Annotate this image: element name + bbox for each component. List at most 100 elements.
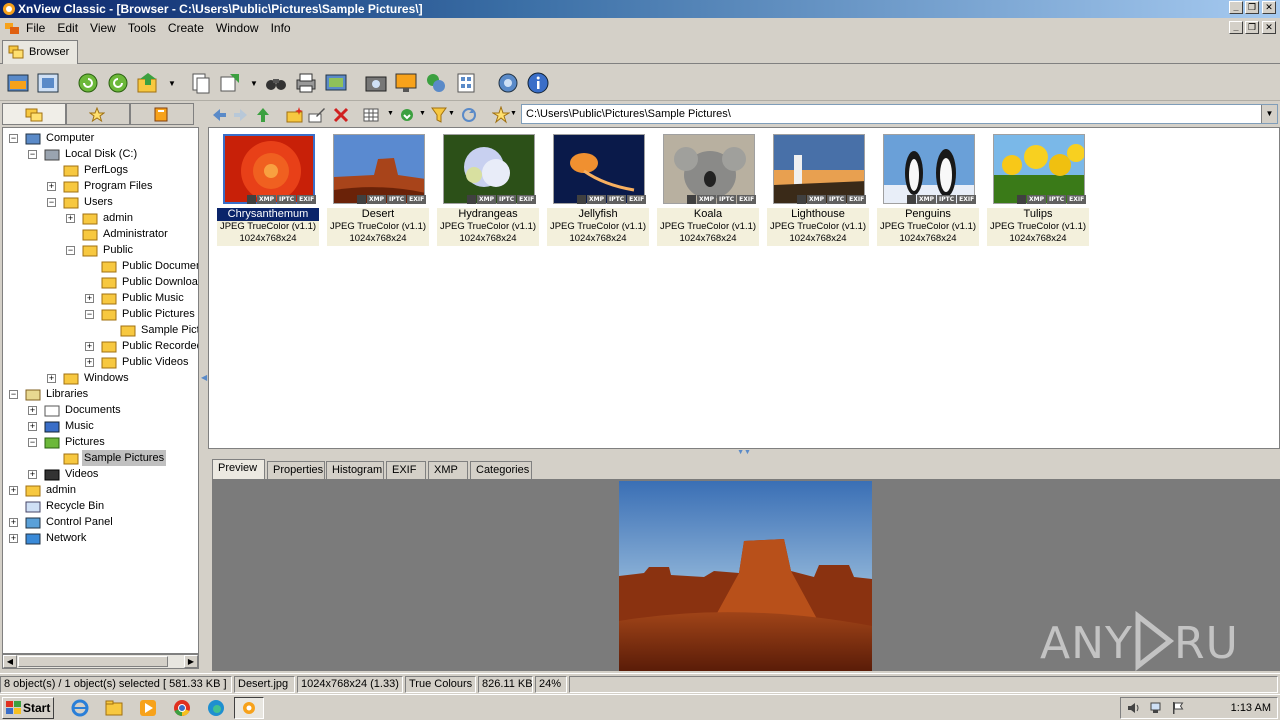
tab-histogram[interactable]: Histogram — [326, 461, 384, 479]
mdi-child-icon[interactable] — [4, 21, 20, 35]
thumbnail-item[interactable]: XMP IPTC EXIF Lighthouse JPEG TrueColor (v1.… — [767, 134, 869, 246]
thumbnail-item[interactable]: XMP IPTC EXIF Penguins JPEG TrueColor (v1.1)… — [877, 134, 979, 246]
new-folder-icon[interactable] — [286, 106, 304, 124]
menu-info[interactable]: Info — [265, 18, 297, 38]
tree-node[interactable]: + Public Recorded — [3, 338, 198, 354]
sort-dropdown-arrow[interactable]: ▼ — [419, 110, 426, 117]
child-restore-button[interactable]: ❐ — [1245, 21, 1259, 34]
forward-arrow-icon[interactable] — [232, 106, 250, 124]
tree-node[interactable]: + admin — [3, 482, 198, 498]
thumbnail-item[interactable]: XMP IPTC EXIF Koala JPEG TrueColor (v1.1) 102… — [657, 134, 759, 246]
collapse-icon[interactable]: − — [85, 310, 94, 319]
tree-node[interactable]: − Local Disk (C:) — [3, 146, 198, 162]
menu-tools[interactable]: Tools — [122, 18, 162, 38]
collapse-icon[interactable]: − — [47, 198, 56, 207]
file-explorer-icon[interactable] — [104, 698, 124, 718]
tree-node[interactable]: + Windows — [3, 370, 198, 386]
chrome-icon[interactable] — [172, 698, 192, 718]
tree-node[interactable]: − Computer — [3, 130, 198, 146]
thumbnail-item[interactable]: XMP IPTC EXIF Jellyfish JPEG TrueColor (v1.1… — [547, 134, 649, 246]
tab-categories[interactable]: Categories — [470, 461, 532, 479]
copy-icon[interactable] — [188, 71, 212, 95]
start-button[interactable]: Start — [2, 697, 54, 719]
tab-preview[interactable]: Preview — [212, 459, 265, 479]
tree-node[interactable]: − Users — [3, 194, 198, 210]
internet-explorer-icon[interactable] — [70, 698, 90, 718]
open-browser-icon[interactable] — [6, 71, 30, 95]
expand-icon[interactable]: + — [28, 422, 37, 431]
xnview-taskbar-button[interactable] — [234, 697, 264, 719]
info-icon[interactable] — [526, 71, 550, 95]
tab-categories[interactable] — [130, 103, 194, 125]
folder-tree[interactable]: − Computer − Local Disk (C:) PerfLogs + Progra… — [2, 127, 199, 654]
scroll-right-arrow[interactable]: ▶ — [184, 655, 198, 668]
minimize-button[interactable]: _ — [1229, 1, 1243, 14]
export-icon[interactable] — [218, 71, 242, 95]
move-dropdown-arrow[interactable]: ▼ — [168, 79, 176, 88]
rotate-icon[interactable] — [106, 71, 130, 95]
tab-xmp[interactable]: XMP — [428, 461, 468, 479]
child-minimize-button[interactable]: _ — [1229, 21, 1243, 34]
expand-icon[interactable]: + — [85, 358, 94, 367]
convert-icon[interactable] — [424, 71, 448, 95]
delete-icon[interactable] — [332, 106, 350, 124]
collapse-icon[interactable]: − — [9, 134, 18, 143]
tree-node[interactable]: + Program Files — [3, 178, 198, 194]
thumbnail-item[interactable]: XMP IPTC EXIF Tulips JPEG TrueColor (v1.1) 10… — [987, 134, 1089, 246]
back-arrow-icon[interactable] — [210, 106, 228, 124]
tab-folders[interactable] — [2, 103, 66, 125]
tree-node[interactable]: − Public — [3, 242, 198, 258]
rename-icon[interactable] — [308, 106, 326, 124]
thumbnail-item[interactable]: XMP IPTC EXIF Hydrangeas JPEG TrueColor (v1.… — [437, 134, 539, 246]
sync-icon[interactable] — [460, 106, 478, 124]
vertical-splitter[interactable]: ◀ — [200, 101, 208, 671]
favorites-star-icon[interactable] — [492, 106, 510, 124]
tab-favorites[interactable] — [66, 103, 130, 125]
tree-node[interactable]: Recycle Bin — [3, 498, 198, 514]
expand-icon[interactable]: + — [9, 486, 18, 495]
collapse-icon[interactable]: − — [28, 150, 37, 159]
tree-node[interactable]: + Public Music — [3, 290, 198, 306]
view-dropdown-arrow[interactable]: ▼ — [387, 110, 394, 117]
tree-node[interactable]: − Public Pictures — [3, 306, 198, 322]
address-bar[interactable]: C:\Users\Public\Pictures\Sample Pictures… — [521, 104, 1278, 124]
collapse-down-icon[interactable]: ▼▼ — [728, 449, 760, 457]
menu-edit[interactable]: Edit — [51, 18, 84, 38]
settings-icon[interactable] — [496, 71, 520, 95]
media-player-icon[interactable] — [138, 698, 158, 718]
volume-icon[interactable] — [1127, 701, 1141, 715]
filter-dropdown-arrow[interactable]: ▼ — [448, 110, 455, 117]
fullscreen-icon[interactable] — [36, 71, 60, 95]
tab-exif[interactable]: EXIF — [386, 461, 426, 479]
menu-create[interactable]: Create — [162, 18, 210, 38]
preview-area[interactable] — [212, 479, 1280, 671]
tree-node[interactable]: Sample Pictures — [3, 450, 198, 466]
collapse-icon[interactable]: − — [66, 246, 75, 255]
expand-icon[interactable]: + — [28, 470, 37, 479]
filter-icon[interactable] — [430, 106, 448, 124]
menu-file[interactable]: File — [20, 18, 51, 38]
tree-node[interactable]: Public Documen — [3, 258, 198, 274]
capture-icon[interactable] — [364, 71, 388, 95]
favorites-dropdown-arrow[interactable]: ▼ — [510, 110, 517, 117]
tree-node[interactable]: + Music — [3, 418, 198, 434]
collapse-left-icon[interactable]: ◀ — [201, 373, 207, 393]
thumbnail-item[interactable]: XMP IPTC EXIF Desert JPEG TrueColor (v1.1) 10… — [327, 134, 429, 246]
tab-browser[interactable]: Browser — [2, 40, 78, 64]
restore-button[interactable]: ❐ — [1245, 1, 1259, 14]
tree-node[interactable]: + Control Panel — [3, 514, 198, 530]
address-dropdown-arrow[interactable]: ▼ — [1261, 105, 1277, 123]
tree-horizontal-scrollbar[interactable]: ◀ ▶ — [2, 654, 199, 669]
tree-node[interactable]: + Network — [3, 530, 198, 546]
close-button[interactable]: ✕ — [1262, 1, 1276, 14]
scroll-thumb[interactable] — [18, 656, 168, 667]
slideshow-icon[interactable] — [324, 71, 348, 95]
print-icon[interactable] — [294, 71, 318, 95]
contact-sheet-icon[interactable] — [454, 71, 478, 95]
tree-node[interactable]: − Libraries — [3, 386, 198, 402]
sort-icon[interactable] — [398, 106, 416, 124]
expand-icon[interactable]: + — [9, 534, 18, 543]
horizontal-splitter[interactable]: ▼▼ — [208, 449, 1280, 458]
tree-node[interactable]: + admin — [3, 210, 198, 226]
tree-node[interactable]: Public Downloac — [3, 274, 198, 290]
